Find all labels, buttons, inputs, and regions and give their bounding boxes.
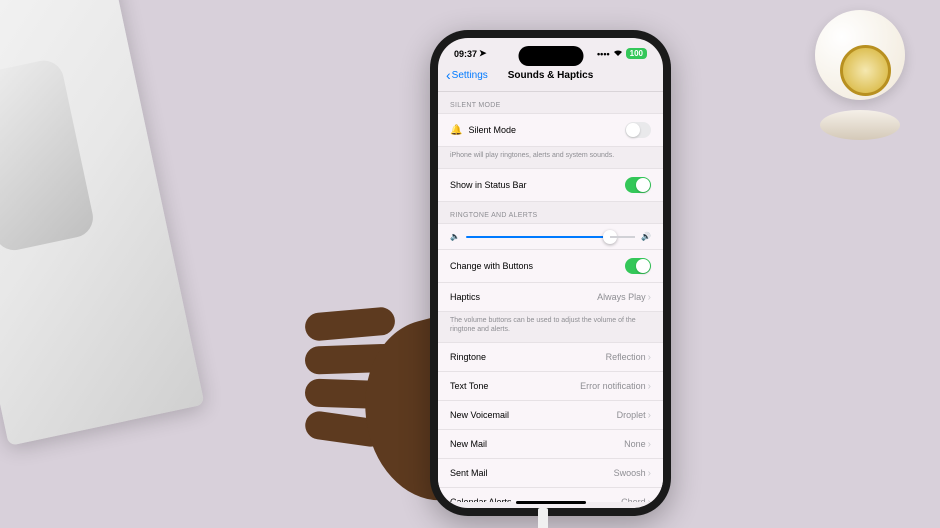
- haptics-label: Haptics: [450, 292, 480, 302]
- show-status-toggle[interactable]: [625, 177, 651, 193]
- sounds-list: Ringtone Reflection› Text Tone Error not…: [438, 342, 663, 502]
- back-label: Settings: [452, 70, 488, 81]
- silent-mode-toggle[interactable]: [625, 122, 651, 138]
- chevron-right-icon: ›: [648, 468, 651, 479]
- cell-label: Text Tone: [450, 381, 488, 391]
- home-indicator[interactable]: [516, 501, 586, 504]
- chevron-right-icon: ›: [648, 439, 651, 450]
- page-title: Sounds & Haptics: [508, 70, 594, 81]
- volume-slider-cell: 🔈 🔊: [438, 223, 663, 250]
- location-icon: ➤: [479, 48, 487, 59]
- ringtone-footer: The volume buttons can be used to adjust…: [438, 312, 663, 342]
- cell-value: Error notification: [580, 381, 646, 391]
- cell-value: Swoosh: [614, 468, 646, 478]
- dynamic-island: [518, 46, 583, 66]
- sent-mail-cell[interactable]: Sent Mail Swoosh›: [438, 459, 663, 488]
- bell-icon: 🔔: [450, 125, 462, 136]
- section-header-silent: SILENT MODE: [438, 92, 663, 113]
- change-buttons-cell[interactable]: Change with Buttons: [438, 250, 663, 283]
- calendar-alerts-cell[interactable]: Calendar Alerts Chord›: [438, 488, 663, 502]
- settings-content[interactable]: SILENT MODE 🔔 Silent Mode iPhone will pl…: [438, 92, 663, 502]
- iphone-box-prop: [0, 0, 205, 446]
- cell-label: Sent Mail: [450, 468, 488, 478]
- volume-high-icon: 🔊: [641, 232, 651, 241]
- phone-frame: 09:37 ➤ •••• 100 ‹ Settings Sounds & Hap…: [430, 30, 671, 516]
- cell-value: None: [624, 439, 646, 449]
- voicemail-cell[interactable]: New Voicemail Droplet›: [438, 401, 663, 430]
- haptics-cell[interactable]: Haptics Always Play ›: [438, 283, 663, 312]
- cell-label: New Voicemail: [450, 410, 509, 420]
- cell-value: Droplet: [617, 410, 646, 420]
- haptics-value: Always Play: [597, 292, 646, 302]
- cell-label: New Mail: [450, 439, 487, 449]
- chevron-right-icon: ›: [648, 292, 651, 303]
- clock-prop: [810, 10, 910, 140]
- chevron-right-icon: ›: [648, 352, 651, 363]
- new-mail-cell[interactable]: New Mail None›: [438, 430, 663, 459]
- silent-mode-label: Silent Mode: [468, 125, 516, 135]
- cell-value: Chord: [621, 497, 646, 502]
- charging-cable: [538, 508, 548, 528]
- chevron-right-icon: ›: [648, 497, 651, 502]
- signal-icon: ••••: [597, 49, 610, 59]
- cell-label: Ringtone: [450, 352, 486, 362]
- back-button[interactable]: ‹ Settings: [446, 67, 488, 83]
- ringtone-cell[interactable]: Ringtone Reflection›: [438, 342, 663, 372]
- chevron-right-icon: ›: [648, 410, 651, 421]
- status-time: 09:37: [454, 49, 477, 59]
- chevron-left-icon: ‹: [446, 67, 451, 83]
- silent-mode-cell[interactable]: 🔔 Silent Mode: [438, 113, 663, 147]
- text-tone-cell[interactable]: Text Tone Error notification›: [438, 372, 663, 401]
- wifi-icon: [613, 49, 623, 59]
- change-buttons-toggle[interactable]: [625, 258, 651, 274]
- silent-footer: iPhone will play ringtones, alerts and s…: [438, 147, 663, 168]
- volume-slider[interactable]: [466, 236, 635, 238]
- cell-label: Calendar Alerts: [450, 497, 512, 502]
- change-buttons-label: Change with Buttons: [450, 261, 533, 271]
- section-header-ringtone: RINGTONE AND ALERTS: [438, 202, 663, 223]
- phone-screen: 09:37 ➤ •••• 100 ‹ Settings Sounds & Hap…: [438, 38, 663, 508]
- cell-value: Reflection: [606, 352, 646, 362]
- volume-low-icon: 🔈: [450, 232, 460, 241]
- battery-badge: 100: [626, 48, 647, 59]
- slider-thumb[interactable]: [603, 230, 617, 244]
- show-status-bar-cell[interactable]: Show in Status Bar: [438, 168, 663, 202]
- chevron-right-icon: ›: [648, 381, 651, 392]
- show-status-label: Show in Status Bar: [450, 180, 527, 190]
